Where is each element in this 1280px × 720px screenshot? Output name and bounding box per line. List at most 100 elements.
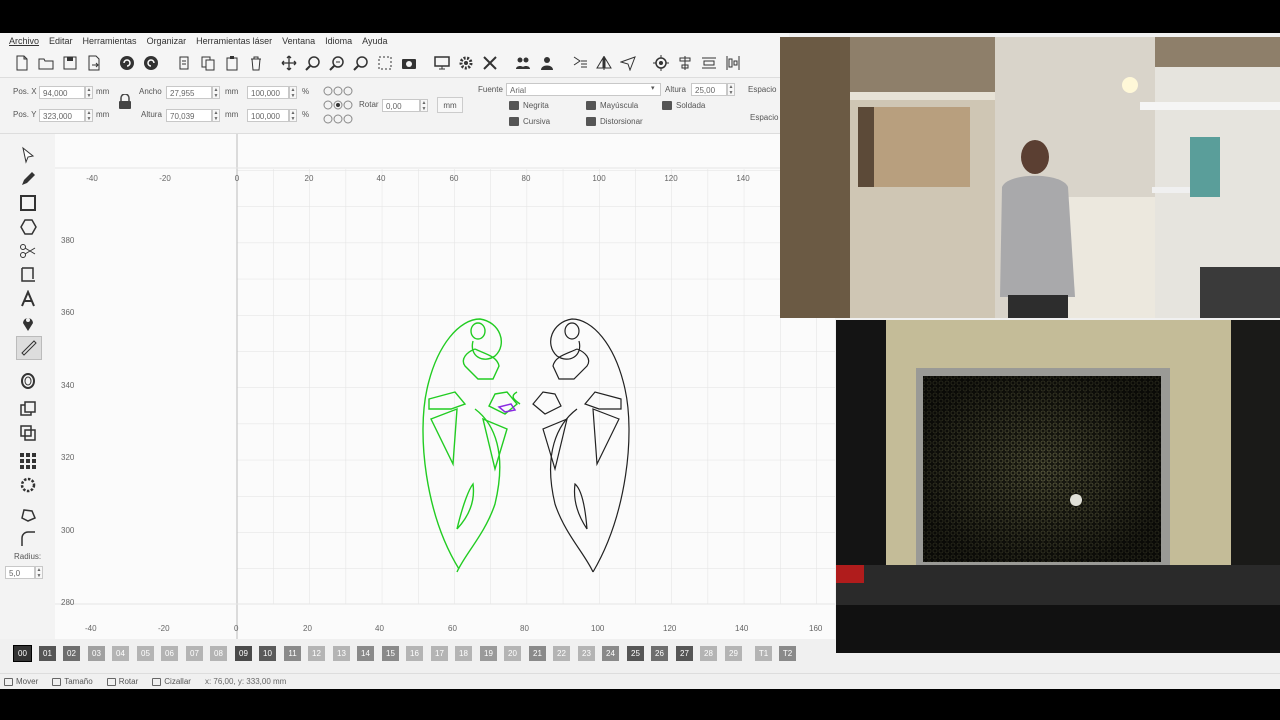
mode-shear[interactable]: Cizallar [152,677,191,686]
copy-shape-icon[interactable] [16,398,40,420]
mode-size[interactable]: Tamaño [52,677,93,686]
scissors-icon[interactable] [16,240,40,262]
cut-icon[interactable] [174,54,193,73]
settings-icon[interactable] [456,54,475,73]
height-spinner[interactable]: ▲ ▼ [212,109,220,122]
layer-14[interactable]: 14 [357,646,374,661]
marker-pin-icon[interactable] [16,312,40,334]
select-arrow-icon[interactable] [16,144,40,166]
send-icon[interactable] [618,54,637,73]
uppercase-checkbox[interactable]: Mayúscula [586,101,638,110]
italic-checkbox[interactable]: Cursiva [509,117,550,126]
node-edit-icon[interactable] [16,504,40,526]
layer-06[interactable]: 06 [161,646,178,661]
layer-19[interactable]: 19 [480,646,497,661]
height-field[interactable]: 70,039 [166,109,212,122]
menu-archivo[interactable]: Archivo [9,36,39,46]
layer-t2[interactable]: T2 [779,646,796,661]
layer-t1[interactable]: T1 [755,646,772,661]
redo-icon[interactable] [141,54,160,73]
camera-icon[interactable] [399,54,418,73]
layer-15[interactable]: 15 [382,646,399,661]
new-file-icon[interactable] [12,54,31,73]
users-icon[interactable] [513,54,532,73]
layer-17[interactable]: 17 [431,646,448,661]
layer-11[interactable]: 11 [284,646,301,661]
rotate-spinner[interactable]: ▲ ▼ [420,99,428,112]
layer-18[interactable]: 18 [455,646,472,661]
layer-05[interactable]: 05 [137,646,154,661]
design-canvas[interactable]: -40 -20 0 20 40 60 80 100 120 140 -40 38… [55,134,835,639]
chevron-down-icon[interactable]: ▾ [651,84,655,92]
layer-09[interactable]: 09 [235,646,252,661]
menu-ventana[interactable]: Ventana [282,36,315,46]
layer-21[interactable]: 21 [529,646,546,661]
layer-03[interactable]: 03 [88,646,105,661]
boolean-icon[interactable] [16,422,40,444]
width-field[interactable]: 27,955 [166,86,212,99]
layer-23[interactable]: 23 [578,646,595,661]
height-percent-field[interactable]: 100,000 [247,109,289,122]
layer-01[interactable]: 01 [39,646,56,661]
layer-13[interactable]: 13 [333,646,350,661]
layer-24[interactable]: 24 [602,646,619,661]
pos-y-spinner[interactable]: ▲ ▼ [85,109,93,122]
open-folder-icon[interactable] [36,54,55,73]
zoom-out-icon[interactable] [327,54,346,73]
mode-rotate[interactable]: Rotar [106,677,138,686]
menu-idioma[interactable]: Idioma [325,36,352,46]
paste-icon[interactable] [222,54,241,73]
pos-x-spinner[interactable]: ▲ ▼ [85,86,93,99]
mode-move[interactable]: Mover [4,677,38,686]
pos-x-field[interactable]: 94,000 [39,86,85,99]
text-icon[interactable] [16,288,40,310]
measure-icon[interactable] [16,336,42,360]
grid-array-icon[interactable] [16,450,40,472]
align-v-icon[interactable] [723,54,742,73]
anchor-point-grid[interactable] [321,84,355,126]
delete-icon[interactable] [246,54,265,73]
font-height-spinner[interactable]: ▲ ▼ [727,83,735,96]
offset-icon[interactable] [16,370,40,392]
distort-checkbox[interactable]: Distorsionar [586,117,643,126]
rectangle-icon[interactable] [16,192,40,214]
menu-herramientas[interactable]: Herramientas [83,36,137,46]
menu-organizar[interactable]: Organizar [147,36,187,46]
align-icon[interactable] [675,54,694,73]
layer-29[interactable]: 29 [725,646,742,661]
move-icon[interactable] [279,54,298,73]
font-select[interactable]: Arial [506,83,661,96]
menu-editar[interactable]: Editar [49,36,73,46]
weld-checkbox[interactable]: Soldada [662,101,705,110]
width-percent-spinner[interactable]: ▲ ▼ [289,86,297,99]
layer-27[interactable]: 27 [676,646,693,661]
layer-25[interactable]: 25 [627,646,644,661]
rotate-field[interactable]: 0,00 [382,99,420,112]
bold-checkbox[interactable]: Negrita [509,101,549,110]
width-spinner[interactable]: ▲ ▼ [212,86,220,99]
mirror-h-icon[interactable] [570,54,589,73]
lock-ratio-icon[interactable] [118,93,132,110]
radius-spinner[interactable]: ▲ ▼ [35,566,43,579]
height-percent-spinner[interactable]: ▲ ▼ [289,109,297,122]
layer-04[interactable]: 04 [112,646,129,661]
pencil-icon[interactable] [16,168,40,190]
layer-10[interactable]: 10 [259,646,276,661]
distribute-icon[interactable] [699,54,718,73]
layer-16[interactable]: 16 [406,646,423,661]
menu-ayuda[interactable]: Ayuda [362,36,387,46]
export-icon[interactable] [84,54,103,73]
font-height-field[interactable]: 25,00 [691,83,727,96]
save-icon[interactable] [60,54,79,73]
zoom-fit-icon[interactable] [351,54,370,73]
layer-12[interactable]: 12 [308,646,325,661]
user-icon[interactable] [537,54,556,73]
layer-08[interactable]: 08 [210,646,227,661]
circular-array-icon[interactable] [16,474,40,496]
layer-26[interactable]: 26 [651,646,668,661]
layer-02[interactable]: 02 [63,646,80,661]
crop-icon[interactable] [16,264,40,286]
copy-icon[interactable] [198,54,217,73]
corner-round-icon[interactable] [16,528,40,550]
frame-select-icon[interactable] [375,54,394,73]
